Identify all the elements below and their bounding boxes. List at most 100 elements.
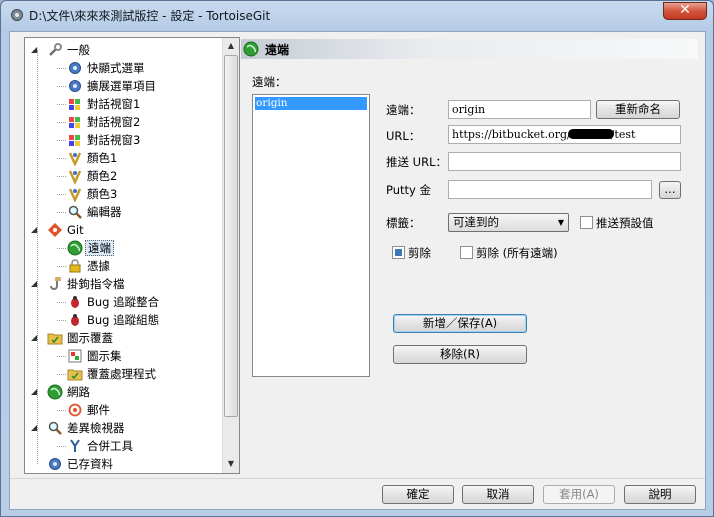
remove-button[interactable]: 移除(R): [393, 345, 527, 364]
footer-divider: [10, 478, 705, 479]
tree-item[interactable]: 對話視窗1: [25, 95, 223, 113]
tree-item[interactable]: 擴展選單項目: [25, 77, 223, 95]
gear-icon: [69, 80, 81, 92]
bug-icon: [71, 296, 79, 308]
apply-button[interactable]: 套用(A): [543, 485, 615, 504]
tree-vertical-scrollbar[interactable]: ▲ ▼: [222, 38, 239, 473]
url-suffix: /test: [610, 128, 636, 141]
tree-item-label: 郵件: [87, 403, 110, 417]
client-area: ◢ 一般快顯式選單擴展選單項目對話視窗1 對話視窗2 對話視窗3 顏色1 顏色2 顏色3 編輯…: [9, 31, 706, 510]
tree-item[interactable]: ◢ 網路: [25, 383, 223, 401]
windows-flag-icon: [69, 135, 80, 146]
close-button[interactable]: ✕: [663, 2, 707, 20]
window-title: D:\文件\來來來測試版控 - 設定 - TortoiseGit: [29, 9, 271, 23]
tree-item[interactable]: Bug 追蹤整合: [25, 293, 223, 311]
folder-icon: [47, 333, 63, 345]
push-default-checkbox[interactable]: [580, 216, 593, 229]
page-header: 遠端: [241, 39, 698, 59]
prune-all-checkbox[interactable]: [460, 246, 473, 259]
remote-name-label: 遠端：: [386, 103, 421, 117]
expand-triangle-icon[interactable]: ◢: [31, 225, 40, 234]
tree-item-label: 差異檢視器: [67, 421, 125, 435]
tree-item[interactable]: ◢ 差異檢視器: [25, 419, 223, 437]
tree-viewport: ◢ 一般快顯式選單擴展選單項目對話視窗1 對話視窗2 對話視窗3 顏色1 顏色2 顏色3 編輯…: [25, 38, 224, 473]
remote-listbox[interactable]: origin: [252, 94, 370, 377]
putty-key-label: Putty 金: [386, 183, 432, 197]
ok-button[interactable]: 確定: [382, 485, 454, 504]
gear-icon: [69, 62, 81, 74]
tree-item[interactable]: 覆蓋處理程式: [25, 365, 223, 383]
tags-selected-value: 可達到的: [453, 215, 499, 229]
magnifier-icon: [68, 205, 82, 219]
tree-item[interactable]: 顏色3: [25, 185, 223, 203]
tree-item-label: 快顯式選單: [87, 61, 145, 75]
tree-item[interactable]: ◢ Git: [25, 221, 223, 239]
tree-item-label: 對話視窗1: [87, 97, 141, 111]
tree-item[interactable]: 對話視窗2: [25, 113, 223, 131]
tree-item[interactable]: 郵件: [25, 401, 223, 419]
tree-item-label: 一般: [67, 43, 90, 57]
windows-flag-icon: [69, 117, 80, 128]
url-input[interactable]: https://bitbucket.org/ /test: [448, 125, 681, 144]
settings-tree: ◢ 一般快顯式選單擴展選單項目對話視窗1 對話視窗2 對話視窗3 顏色1 顏色2 顏色3 編輯…: [24, 37, 240, 474]
tree-item[interactable]: 編輯器: [25, 203, 223, 221]
tree-item-label: Bug 追蹤組態: [87, 313, 160, 327]
scroll-down-arrow-icon[interactable]: ▼: [223, 456, 239, 472]
help-button[interactable]: 說明: [624, 485, 696, 504]
tortoisegit-app-icon: [11, 9, 23, 21]
globe-icon: [47, 384, 63, 400]
expand-triangle-icon[interactable]: ◢: [31, 279, 40, 288]
tree-item[interactable]: ◢ 一般: [25, 41, 223, 59]
tree-item[interactable]: 對話視窗3: [25, 131, 223, 149]
tree-item[interactable]: 憑據: [25, 257, 223, 275]
remote-list-item-origin[interactable]: origin: [255, 97, 367, 110]
tree-item-label: 憑據: [87, 259, 110, 273]
redaction-mark: [567, 129, 614, 139]
tree-item[interactable]: 遠端: [25, 239, 223, 257]
windows-flag-icon: [69, 99, 80, 110]
tree-item[interactable]: Bug 追蹤組態: [25, 311, 223, 329]
tree-item[interactable]: ◢ 掛鉤指令檔: [25, 275, 223, 293]
push-default-label: 推送預設值: [596, 216, 654, 230]
tree-item[interactable]: ◢ 圖示覆蓋: [25, 329, 223, 347]
rename-button[interactable]: 重新命名: [596, 100, 680, 119]
tree-item[interactable]: 顏色1: [25, 149, 223, 167]
hook-icon: [50, 277, 61, 290]
scroll-thumb[interactable]: [224, 55, 238, 417]
tags-label: 標籤：: [386, 216, 421, 230]
tree-item[interactable]: 合併工具: [25, 437, 223, 455]
tags-select[interactable]: 可達到的 ▼: [448, 213, 569, 232]
remote-name-input[interactable]: origin: [448, 100, 591, 119]
tree-item[interactable]: 圖示集: [25, 347, 223, 365]
tree-item[interactable]: 顏色2: [25, 167, 223, 185]
putty-key-input[interactable]: [448, 180, 652, 199]
tree-item-label: 網路: [67, 385, 90, 399]
add-save-button[interactable]: 新增／保存(A): [393, 314, 527, 333]
tree-item-label: 圖示集: [87, 349, 122, 363]
tree-item[interactable]: 快顯式選單: [25, 59, 223, 77]
gear-icon: [49, 458, 61, 470]
push-url-label: 推送 URL：: [386, 155, 447, 169]
bug-icon: [71, 314, 79, 326]
tree-item-label: 顏色2: [87, 169, 118, 183]
tree-item-label: 圖示覆蓋: [67, 331, 113, 345]
tree-item-label: 對話視窗2: [87, 115, 141, 129]
prune-checkbox[interactable]: [392, 246, 405, 259]
palette-icon: [68, 170, 82, 184]
tree-item[interactable]: 已存資料: [25, 455, 223, 473]
tree-item-label: Git: [67, 223, 84, 237]
tree-item-label: 顏色3: [87, 187, 118, 201]
expand-triangle-icon[interactable]: ◢: [31, 387, 40, 396]
browse-putty-key-button[interactable]: ...: [659, 181, 681, 199]
push-url-input[interactable]: [448, 152, 681, 171]
expand-triangle-icon[interactable]: ◢: [31, 45, 40, 54]
merge-icon: [70, 439, 80, 452]
title-bar: D:\文件\來來來測試版控 - 設定 - TortoiseGit ✕: [1, 1, 713, 29]
expand-triangle-icon[interactable]: ◢: [31, 333, 40, 342]
globe-icon: [67, 240, 83, 256]
expand-triangle-icon[interactable]: ◢: [31, 423, 40, 432]
prune-label: 剪除: [408, 246, 431, 260]
iconset-icon: [68, 349, 82, 363]
cancel-button[interactable]: 取消: [462, 485, 534, 504]
scroll-up-arrow-icon[interactable]: ▲: [223, 38, 239, 54]
